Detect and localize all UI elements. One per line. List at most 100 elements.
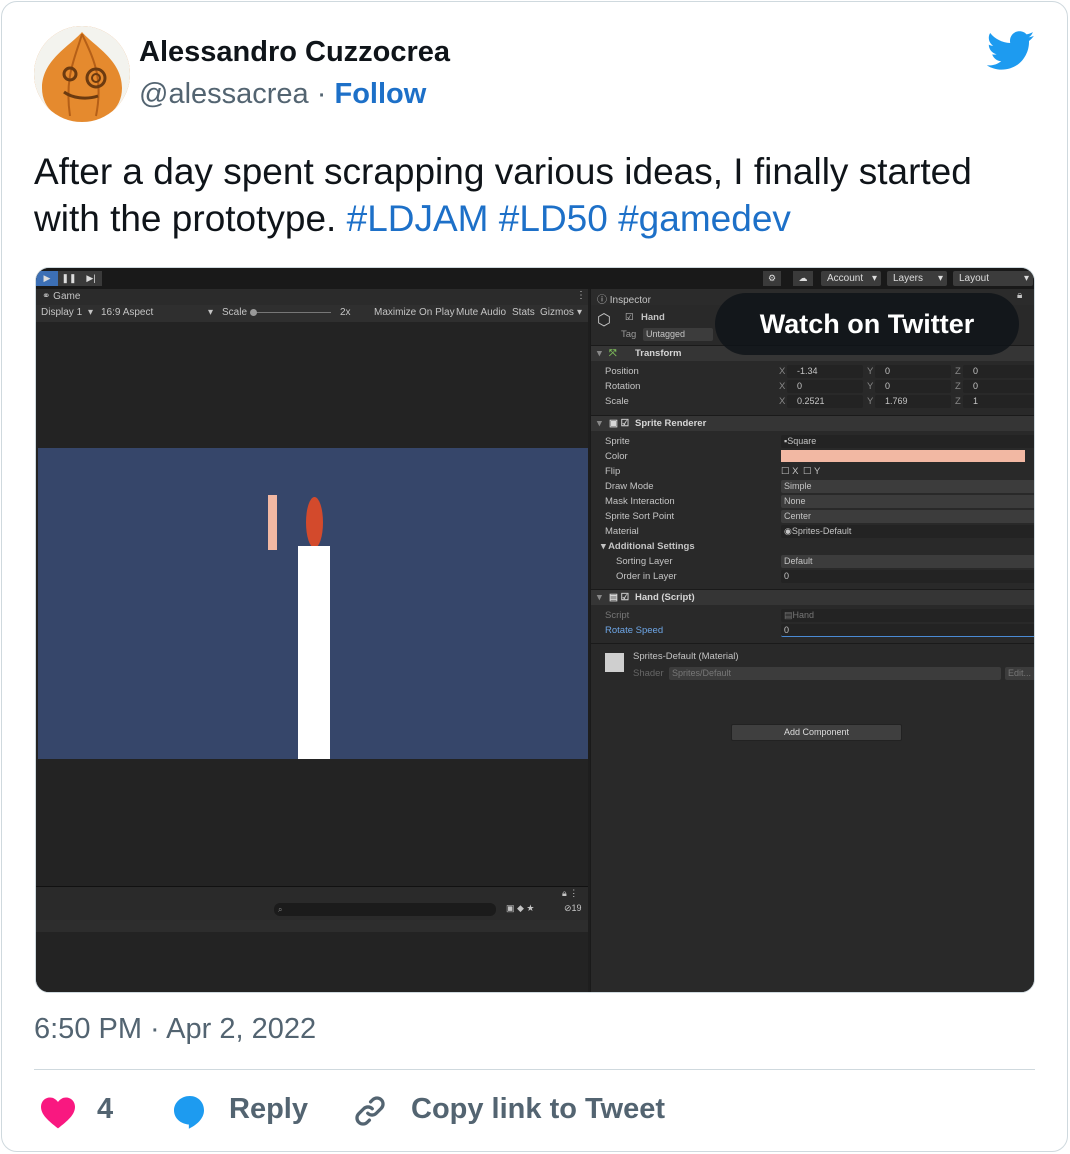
- add-component-button[interactable]: Add Component: [731, 724, 902, 741]
- link-icon[interactable]: [352, 1093, 388, 1129]
- rotation-x-field[interactable]: 0: [787, 380, 863, 393]
- rotation-y-field[interactable]: 0: [875, 380, 951, 393]
- media-video[interactable]: ▶ ❚❚ ▶| ⚙ ☁ Account Layers Layout ⚭ Game…: [35, 267, 1035, 993]
- shader-edit-button[interactable]: Edit...: [1005, 667, 1034, 680]
- scale-z-field[interactable]: 1: [963, 395, 1034, 408]
- heart-icon[interactable]: [39, 1095, 77, 1129]
- tweet-timestamp[interactable]: 6:50 PM · Apr 2, 2022: [34, 1013, 316, 1046]
- foldout-arrow-icon[interactable]: ▾: [597, 418, 602, 429]
- aspect-dropdown[interactable]: 16:9 Aspect: [101, 307, 153, 318]
- author-name[interactable]: Alessandro Cuzzocrea: [139, 36, 450, 69]
- script-icon: ▤ ☑: [609, 592, 630, 603]
- mute-audio-toggle[interactable]: Mute Audio: [456, 307, 506, 318]
- reply-button[interactable]: Reply: [229, 1093, 308, 1126]
- scale-label: Scale: [222, 307, 248, 318]
- reply-bubble-icon[interactable]: [170, 1093, 208, 1129]
- console-list: [36, 920, 588, 932]
- console-search-input[interactable]: ⌕: [274, 903, 496, 916]
- divider: [34, 1069, 1035, 1070]
- script-field: ▤Hand: [781, 609, 1034, 622]
- sprite-field[interactable]: ▪Square: [781, 435, 1034, 448]
- layout-dropdown[interactable]: Layout: [953, 271, 1033, 286]
- console-filter-icons[interactable]: ▣ ◆ ★: [506, 903, 535, 914]
- z-axis-label: Z: [955, 381, 961, 392]
- material-preview-section: Sprites-Default (Material) Shader Sprite…: [591, 643, 1034, 683]
- play-icon[interactable]: ▶: [36, 271, 58, 286]
- sprite-renderer-header[interactable]: ▾ ▣ ☑ Sprite Renderer: [591, 415, 1034, 431]
- copy-link-button[interactable]: Copy link to Tweet: [411, 1093, 665, 1126]
- mask-interaction-label: Mask Interaction: [605, 496, 675, 507]
- follow-button[interactable]: Follow: [334, 78, 426, 110]
- hashtag-gamedev[interactable]: #gamedev: [618, 198, 791, 239]
- x-axis-label: X: [779, 381, 786, 392]
- additional-settings-foldout[interactable]: ▾ Additional Settings: [601, 541, 695, 552]
- sprite-renderer-title: Sprite Renderer: [635, 418, 707, 429]
- author-handle[interactable]: @alessacrea: [139, 78, 309, 110]
- color-swatch[interactable]: [781, 450, 1025, 462]
- scale-x-field[interactable]: 0.2521: [787, 395, 863, 408]
- step-icon[interactable]: ▶|: [80, 271, 102, 286]
- cloud-icon[interactable]: ☁: [793, 271, 813, 286]
- draw-mode-dropdown[interactable]: Simple: [781, 480, 1034, 493]
- sorting-layer-label: Sorting Layer: [616, 556, 673, 567]
- kebab-menu-icon[interactable]: ⋮: [576, 290, 586, 301]
- material-thumbnail: [605, 653, 624, 672]
- like-count[interactable]: 4: [97, 1093, 113, 1126]
- candle-flame-sprite: [306, 497, 323, 548]
- game-view: ⚭ Game ⋮ Display 1 ▾ 16:9 Aspect ▾ Scale…: [36, 289, 588, 992]
- hashtag-ld50[interactable]: #LD50: [499, 198, 608, 239]
- scale-y-field[interactable]: 1.769: [875, 395, 951, 408]
- rotation-z-field[interactable]: 0: [963, 380, 1034, 393]
- order-in-layer-field[interactable]: 0: [781, 570, 1034, 583]
- material-field[interactable]: ◉Sprites-Default: [781, 525, 1034, 538]
- flip-x-toggle[interactable]: ☐ X: [781, 466, 799, 477]
- rotation-label: Rotation: [605, 381, 641, 392]
- game-viewport: [38, 448, 588, 759]
- mask-interaction-dropdown[interactable]: None: [781, 495, 1034, 508]
- hidden-count-badge[interactable]: ⊘19: [564, 903, 582, 914]
- account-dropdown[interactable]: Account: [821, 271, 881, 286]
- position-x-field[interactable]: -1.34: [787, 365, 863, 378]
- scale-slider-handle[interactable]: [250, 309, 257, 316]
- twitter-bird-icon[interactable]: [987, 31, 1035, 71]
- rotate-speed-field[interactable]: 0: [781, 624, 1034, 637]
- hand-script-header[interactable]: ▾ ▤ ☑ Hand (Script): [591, 589, 1034, 605]
- active-checkbox[interactable]: ☑: [625, 312, 634, 323]
- game-tab[interactable]: ⚭ Game: [42, 291, 80, 302]
- inspector-panel: ⓘ Inspector 🔒︎ ⬡ ☑ Hand Tag Untagged ▾ ⤧…: [590, 289, 1034, 992]
- author-avatar[interactable]: [34, 26, 130, 122]
- sprite-sort-point-dropdown[interactable]: Center: [781, 510, 1034, 523]
- watch-on-twitter-button[interactable]: Watch on Twitter: [715, 293, 1019, 355]
- hand-script-title: Hand (Script): [635, 592, 695, 603]
- tag-label: Tag: [621, 329, 637, 340]
- lock-icon[interactable]: 🔒︎: [1017, 290, 1022, 301]
- hashtag-ldjam[interactable]: #LDJAM: [347, 198, 489, 239]
- sorting-layer-dropdown[interactable]: Default: [781, 555, 1034, 568]
- object-name-field[interactable]: Hand: [641, 312, 665, 323]
- layers-dropdown[interactable]: Layers: [887, 271, 947, 286]
- lock-icon[interactable]: 🔒︎ ⋮: [562, 888, 578, 899]
- shader-dropdown[interactable]: Sprites/Default: [669, 667, 1001, 680]
- script-label: Script: [605, 610, 630, 621]
- tag-dropdown[interactable]: Untagged: [643, 328, 713, 341]
- game-tab-bar: ⚭ Game ⋮: [36, 289, 588, 305]
- inspector-tab[interactable]: ⓘ Inspector: [597, 291, 651, 306]
- display-dropdown[interactable]: Display 1: [41, 307, 82, 318]
- scale-slider[interactable]: [251, 312, 331, 313]
- scale-label: Scale: [605, 396, 629, 407]
- maximize-on-play-toggle[interactable]: Maximize On Play: [374, 307, 455, 318]
- foldout-arrow-icon[interactable]: ▾: [597, 348, 602, 359]
- candle-sprite: [298, 546, 330, 759]
- color-label: Color: [605, 451, 628, 462]
- rotate-speed-label: Rotate Speed: [605, 625, 664, 636]
- sprite-label: Sprite: [605, 436, 630, 447]
- settings-icon[interactable]: ⚙: [763, 271, 781, 286]
- position-y-field[interactable]: 0: [875, 365, 951, 378]
- flip-y-toggle[interactable]: ☐ Y: [803, 466, 820, 477]
- stats-toggle[interactable]: Stats: [512, 307, 535, 318]
- pause-icon[interactable]: ❚❚: [58, 271, 80, 286]
- gizmos-toggle[interactable]: Gizmos: [540, 307, 574, 318]
- transform-title: Transform: [635, 348, 682, 359]
- position-z-field[interactable]: 0: [963, 365, 1034, 378]
- foldout-arrow-icon[interactable]: ▾: [597, 592, 602, 603]
